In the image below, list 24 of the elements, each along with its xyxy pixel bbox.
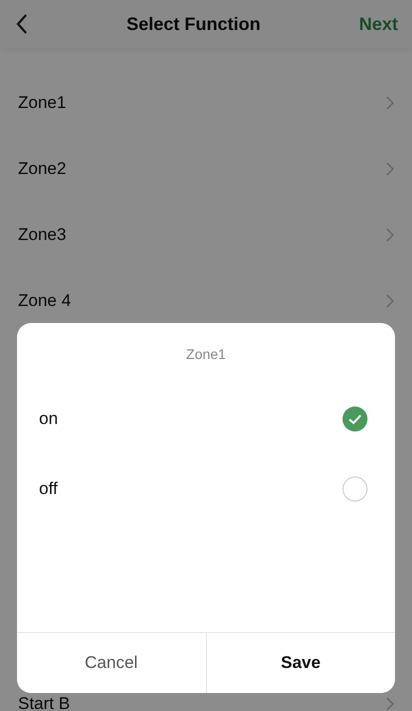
option-label: off (39, 479, 58, 499)
item-label: Zone 4 (18, 291, 71, 311)
option-row[interactable]: on (17, 384, 395, 454)
chevron-icon (386, 162, 394, 176)
save-button[interactable]: Save (206, 633, 395, 693)
list-item[interactable]: Zone2 (0, 136, 412, 202)
item-label: Zone2 (18, 159, 66, 179)
checked-radio-icon[interactable] (342, 406, 368, 432)
chevron-icon (386, 96, 394, 110)
list-item[interactable]: Zone3 (0, 202, 412, 268)
radio-icon[interactable] (342, 476, 368, 502)
item-label: Start B (18, 694, 70, 711)
back-icon (16, 14, 28, 34)
page-title: Select Function (126, 14, 260, 34)
list-item[interactable]: Zone1 (0, 70, 412, 136)
chevron-icon (386, 294, 394, 308)
option-label: on (39, 409, 58, 429)
list-item[interactable]: Zone 4 (0, 268, 412, 334)
item-label: Zone1 (18, 93, 66, 113)
option-row[interactable]: off (17, 454, 395, 524)
item-label: Zone3 (18, 225, 66, 245)
chevron-icon (386, 697, 394, 711)
dialog-title: Zone1 (185, 345, 227, 362)
chevron-icon (386, 228, 394, 242)
